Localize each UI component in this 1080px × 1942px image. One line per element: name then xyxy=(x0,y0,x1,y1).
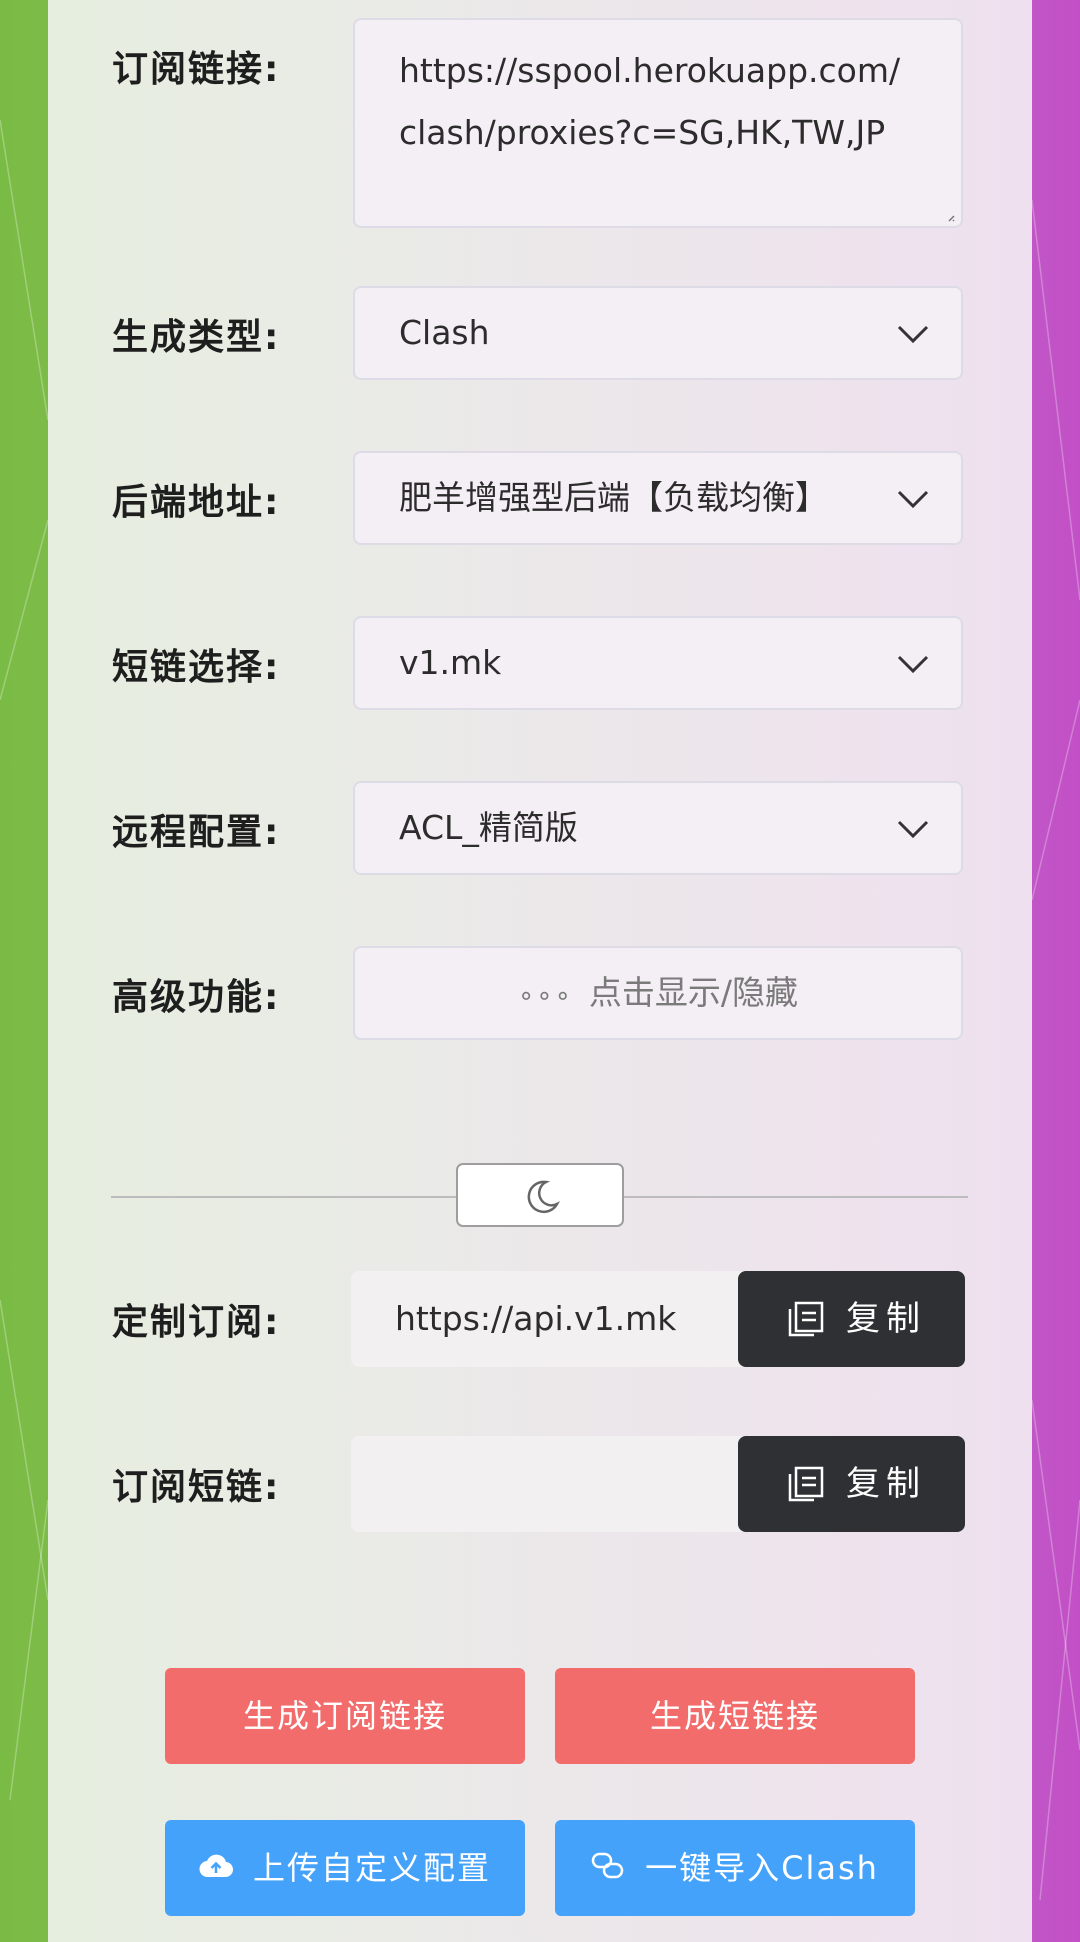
cloud-upload-icon xyxy=(199,1854,233,1878)
subscription-link-label: 订阅链接: xyxy=(112,49,281,90)
advanced-toggle-button[interactable]: ∘∘∘ 点击显示/隐藏 xyxy=(353,946,963,1040)
custom-subscription-label: 定制订阅: xyxy=(112,1302,281,1343)
remote-config-label: 远程配置: xyxy=(112,812,281,853)
copy-icon xyxy=(788,1466,824,1502)
backend-select[interactable]: 肥羊增强型后端【负载均衡】 xyxy=(353,451,963,545)
backend-label: 后端地址: xyxy=(112,482,281,523)
subscription-link-textarea[interactable]: https://sspool.herokuapp.com/clash/proxi… xyxy=(353,18,963,228)
link-icon xyxy=(591,1852,624,1879)
target-type-value: Clash xyxy=(399,313,490,352)
remote-config-select[interactable]: ACL_精简版 xyxy=(353,781,963,875)
short-link-service-select[interactable]: v1.mk xyxy=(353,616,963,710)
chevron-down-icon xyxy=(897,490,929,509)
copy-custom-subscription-button[interactable]: 复制 xyxy=(738,1271,965,1367)
chevron-down-icon xyxy=(897,820,929,839)
converter-card: 订阅链接: https://sspool.herokuapp.com/clash… xyxy=(48,0,1032,1942)
copy-icon xyxy=(788,1301,824,1337)
upload-config-button[interactable]: 上传自定义配置 xyxy=(165,1820,525,1916)
copy-label: 复制 xyxy=(846,1464,926,1504)
copy-short-subscription-button[interactable]: 复制 xyxy=(738,1436,965,1532)
generate-short-link-button[interactable]: 生成短链接 xyxy=(555,1668,915,1764)
short-link-service-label: 短链选择: xyxy=(112,647,281,688)
copy-label: 复制 xyxy=(846,1299,926,1339)
import-clash-button[interactable]: 一键导入Clash xyxy=(555,1820,915,1916)
custom-subscription-output[interactable]: https://api.v1.mk xyxy=(351,1271,751,1367)
short-subscription-output[interactable] xyxy=(351,1436,751,1532)
subscription-link-value: https://sspool.herokuapp.com/clash/proxi… xyxy=(399,51,901,152)
remote-config-value: ACL_精简版 xyxy=(399,808,578,847)
short-subscription-label: 订阅短链: xyxy=(112,1467,281,1508)
import-clash-label: 一键导入Clash xyxy=(645,1849,879,1887)
chevron-down-icon xyxy=(897,655,929,674)
advanced-label: 高级功能: xyxy=(112,977,281,1018)
upload-config-label: 上传自定义配置 xyxy=(252,1849,491,1887)
generate-subscription-link-button[interactable]: 生成订阅链接 xyxy=(165,1668,525,1764)
resize-handle-icon[interactable] xyxy=(945,212,955,222)
backend-value: 肥羊增强型后端【负载均衡】 xyxy=(399,478,828,517)
chevron-down-icon xyxy=(897,325,929,344)
moon-icon xyxy=(527,1180,561,1214)
target-type-label: 生成类型: xyxy=(112,317,281,358)
theme-toggle-button[interactable] xyxy=(456,1163,624,1227)
advanced-toggle-text: 点击显示/隐藏 xyxy=(588,973,798,1012)
target-type-select[interactable]: Clash xyxy=(353,286,963,380)
short-link-service-value: v1.mk xyxy=(399,643,502,682)
more-dots-icon: ∘∘∘ xyxy=(518,981,573,1011)
